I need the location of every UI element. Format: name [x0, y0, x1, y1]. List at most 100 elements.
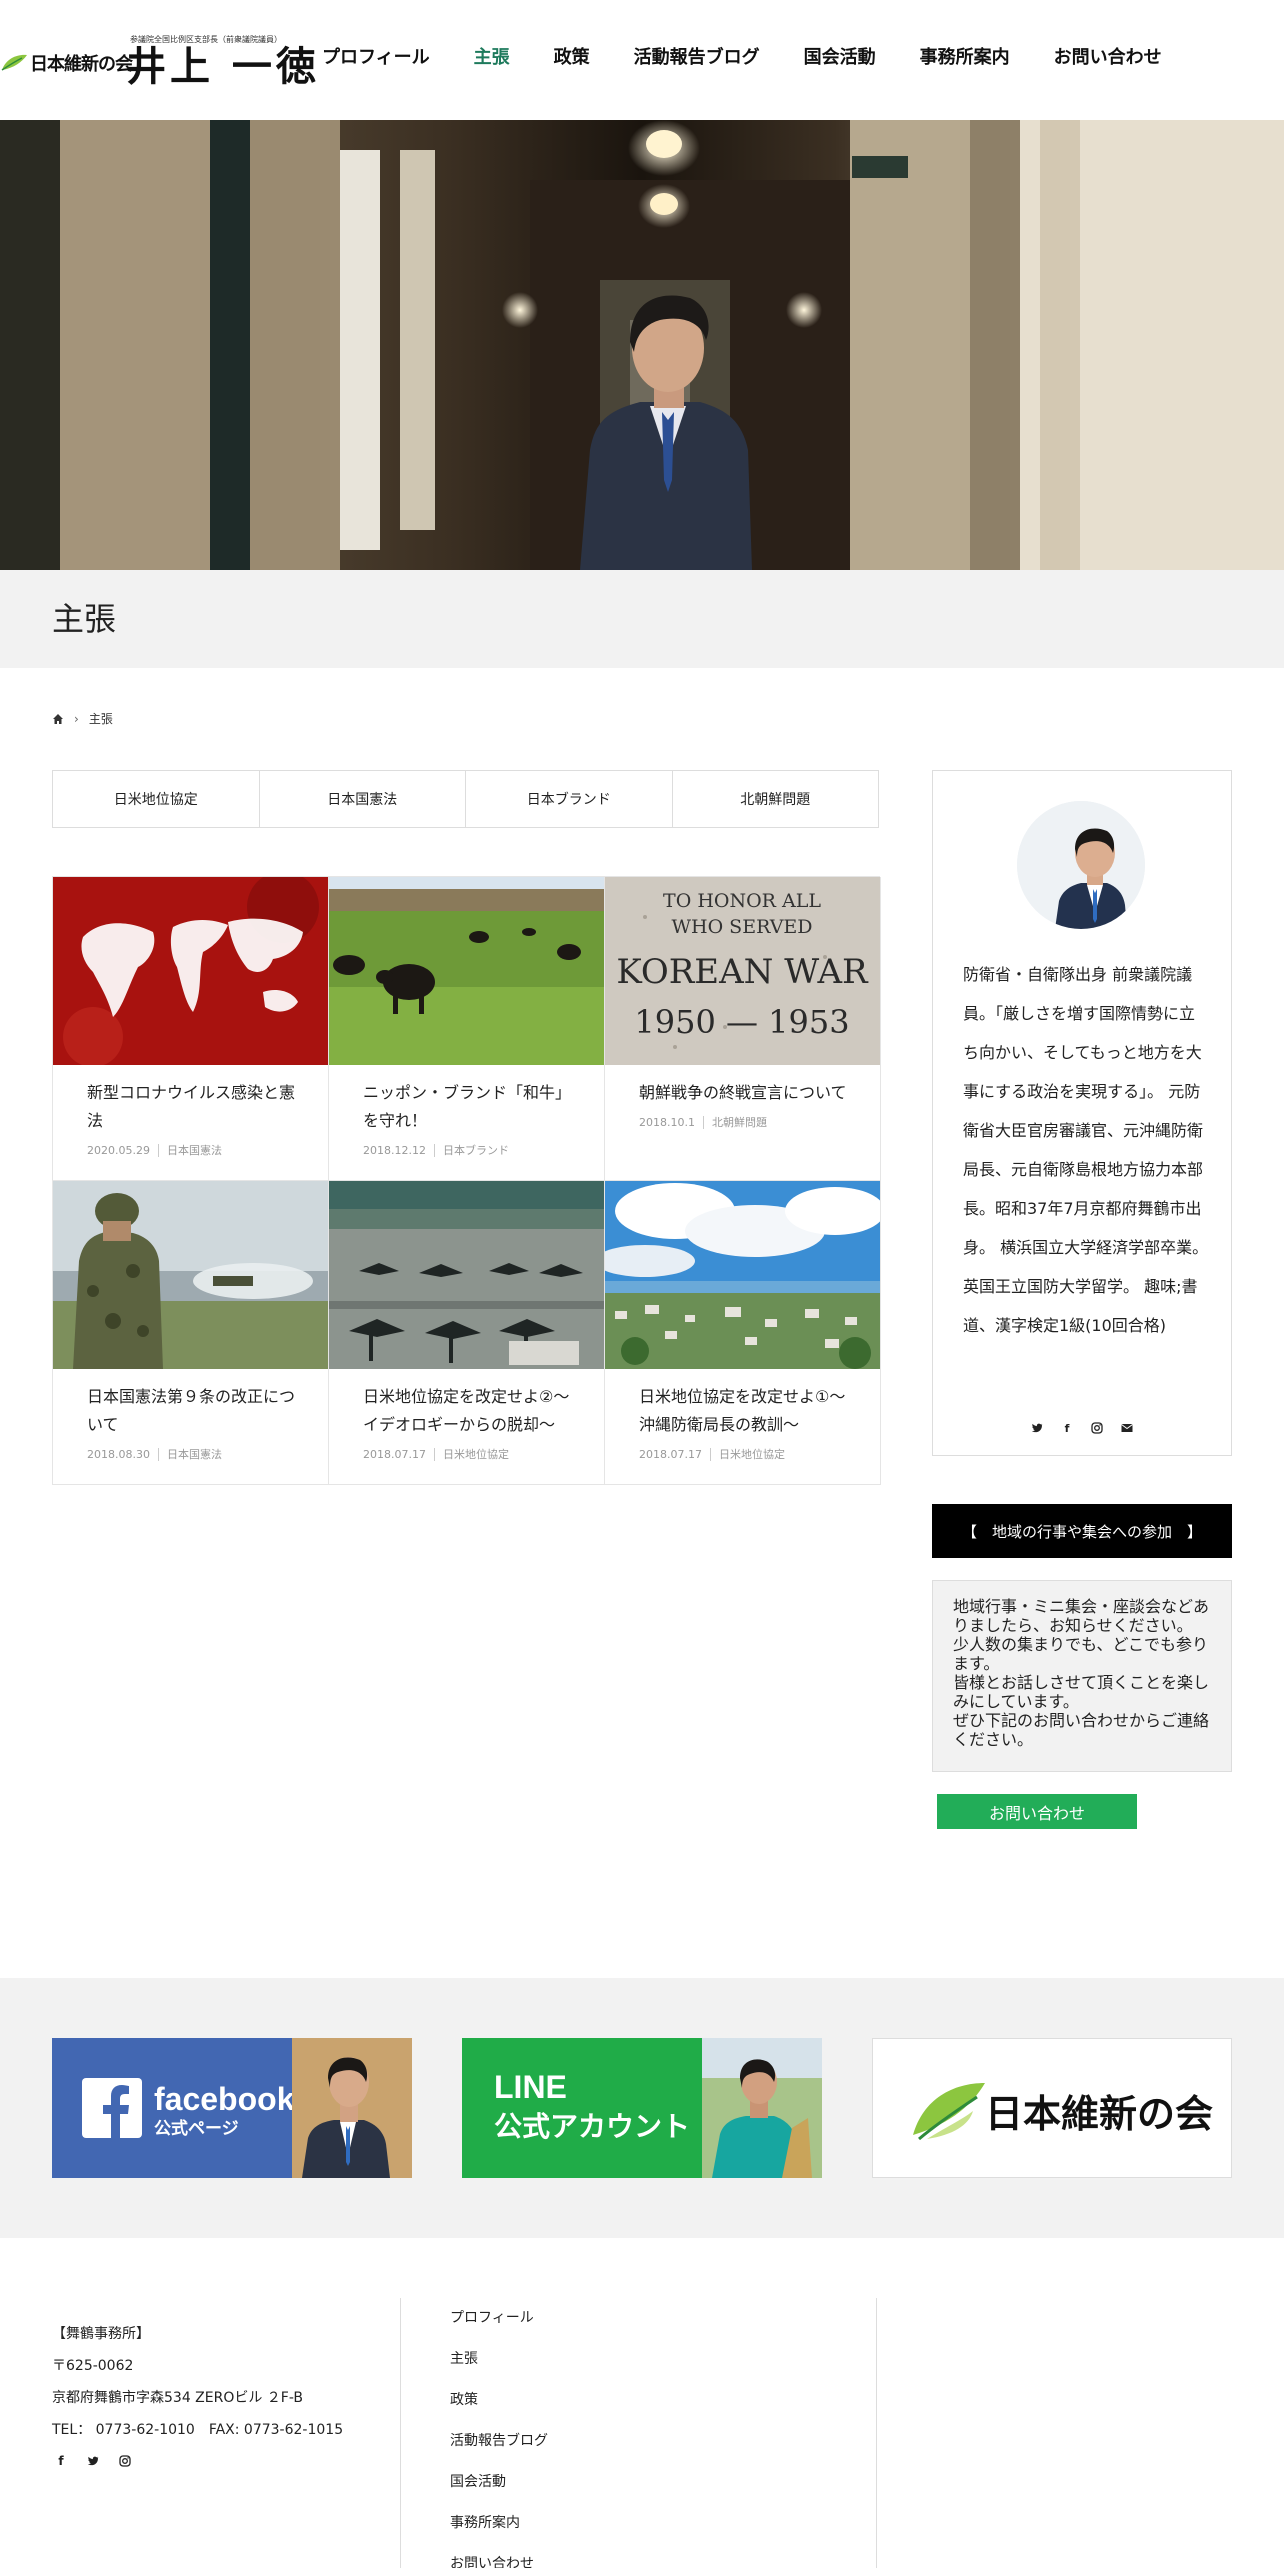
nav-diet-activity[interactable]: 国会活動	[804, 44, 876, 72]
post-title[interactable]: 日米地位協定を改定せよ②～イデオロギーからの脱却～	[363, 1383, 583, 1439]
post-category[interactable]: 北朝鮮問題	[712, 1116, 767, 1129]
post-meta: 2020.05.29 日本国憲法	[87, 1142, 222, 1158]
chevron-right-icon: ›	[74, 711, 79, 726]
footer-nav-office[interactable]: 事務所案内	[450, 2503, 548, 2544]
footer-nav-contact[interactable]: お問い合わせ	[450, 2544, 548, 2568]
category-us-japan-sofa[interactable]: 日米地位協定	[53, 771, 260, 827]
post-category[interactable]: 日本国憲法	[167, 1144, 222, 1157]
footer-nav-profile[interactable]: プロフィール	[450, 2298, 548, 2339]
post-meta: 2018.07.17 日米地位協定	[639, 1446, 785, 1462]
events-text: 皆様とお話しさせて頂くことを楽しみにしています。	[953, 1673, 1210, 1711]
party-logo: 日本維新の会	[0, 48, 133, 78]
post-card[interactable]: TO HONOR ALL WHO SERVED KOREAN WAR 1950 …	[605, 877, 881, 1181]
post-meta: 2018.10.1 北朝鮮問題	[639, 1114, 767, 1130]
post-date: 2018.07.17	[363, 1448, 435, 1461]
footer-nav-opinions[interactable]: 主張	[450, 2339, 548, 2380]
post-card[interactable]: 新型コロナウイルス感染と憲法 2020.05.29 日本国憲法	[53, 877, 329, 1181]
post-card[interactable]: 日米地位協定を改定せよ①～沖縄防衛局長の教訓～ 2018.07.17 日米地位協定	[605, 1181, 881, 1485]
post-thumbnail[interactable]	[605, 1181, 880, 1369]
post-category[interactable]: 日本国憲法	[167, 1448, 222, 1461]
post-title[interactable]: 日本国憲法第９条の改正について	[87, 1383, 307, 1439]
category-japan-brand[interactable]: 日本ブランド	[466, 771, 673, 827]
post-meta: 2018.12.12 日本ブランド	[363, 1142, 509, 1158]
post-date: 2018.12.12	[363, 1144, 435, 1157]
office-address: 【舞鶴事務所】 〒625-0062 京都府舞鶴市字森534 ZEROビル ２F-…	[52, 2318, 343, 2446]
post-card[interactable]: 日本国憲法第９条の改正について 2018.08.30 日本国憲法	[53, 1181, 329, 1485]
category-north-korea[interactable]: 北朝鮮問題	[673, 771, 879, 827]
post-thumbnail[interactable]	[329, 877, 604, 1065]
instagram-icon[interactable]	[118, 2454, 132, 2468]
ishin-banner-text: 日本維新の会	[985, 2091, 1213, 2136]
post-thumbnail[interactable]	[53, 1181, 328, 1369]
contact-button[interactable]: お問い合わせ	[937, 1794, 1137, 1829]
office-label: 【舞鶴事務所】	[52, 2326, 150, 2342]
avatar	[1017, 801, 1145, 929]
post-date: 2018.10.1	[639, 1116, 704, 1129]
memorial-text-line2: WHO SERVED	[671, 916, 812, 938]
profile-bio: 防衛省・自衛隊出身 前衆議院議員。「厳しさを増す国際情勢に立ち向かい、そしてもっ…	[963, 965, 1209, 1335]
post-category[interactable]: 日本ブランド	[443, 1144, 509, 1157]
footer-nav-policy[interactable]: 政策	[450, 2380, 548, 2421]
facebook-banner-title: facebook	[154, 2081, 295, 2117]
mail-icon[interactable]	[1120, 1421, 1134, 1435]
hero-image	[0, 120, 1284, 570]
post-date: 2020.05.29	[87, 1144, 159, 1157]
post-date: 2018.08.30	[87, 1448, 159, 1461]
footer-social-links: f	[54, 2454, 150, 2468]
site-logo[interactable]: 日本維新の会 参議院全国比例区支部長（前衆議院議員） 井上 一徳	[0, 30, 316, 92]
memorial-text-line3: KOREAN WAR	[616, 952, 869, 992]
ishin-banner[interactable]: 日本維新の会	[872, 2038, 1232, 2178]
post-grid: 新型コロナウイルス感染と憲法 2020.05.29 日本国憲法 ニッポン・ブランド…	[52, 876, 881, 1485]
memorial-text-line4: 1950 — 1953	[634, 1003, 849, 1041]
category-tabs: 日米地位協定 日本国憲法 日本ブランド 北朝鮮問題	[52, 770, 879, 828]
page-title: 主張	[52, 600, 117, 638]
nav-profile[interactable]: プロフィール	[322, 44, 430, 72]
post-title[interactable]: ニッポン・ブランド「和牛」を守れ！	[363, 1079, 583, 1135]
nav-office[interactable]: 事務所案内	[920, 44, 1010, 72]
post-card[interactable]: 日米地位協定を改定せよ②～イデオロギーからの脱却～ 2018.07.17 日米地位…	[329, 1181, 605, 1485]
site-header: 日本維新の会 参議院全国比例区支部長（前衆議院議員） 井上 一徳 プロフィール …	[0, 0, 1284, 120]
category-constitution[interactable]: 日本国憲法	[260, 771, 466, 827]
post-category[interactable]: 日米地位協定	[443, 1448, 509, 1461]
main-nav: プロフィール 主張 政策 活動報告ブログ 国会活動 事務所案内 お問い合わせ	[322, 44, 1206, 72]
hero-photo	[0, 120, 1284, 570]
memorial-text-line1: TO HONOR ALL	[663, 890, 821, 912]
events-heading: 【 地域の行事や集会への参加 】	[932, 1504, 1232, 1558]
footer-nav-diet-activity[interactable]: 国会活動	[450, 2462, 548, 2503]
post-title[interactable]: 朝鮮戦争の終戦宣言について	[639, 1079, 859, 1107]
footer-nav: プロフィール 主張 政策 活動報告ブログ 国会活動 事務所案内 お問い合わせ	[450, 2298, 548, 2568]
instagram-icon[interactable]	[1090, 1421, 1104, 1435]
facebook-icon[interactable]: f	[54, 2454, 68, 2468]
line-banner[interactable]: LINE 公式アカウント	[462, 2038, 822, 2178]
office-street: 京都府舞鶴市字森534 ZEROビル ２F-B	[52, 2390, 304, 2406]
post-meta: 2018.08.30 日本国憲法	[87, 1446, 222, 1462]
page-title-band: 主張	[0, 570, 1284, 668]
events-text: 少人数の集まりでも、どこでも参ります。	[953, 1635, 1209, 1673]
home-icon[interactable]	[52, 713, 64, 725]
facebook-banner[interactable]: facebook 公式ページ	[52, 2038, 412, 2178]
post-thumbnail[interactable]	[329, 1181, 604, 1369]
post-category[interactable]: 日米地位協定	[719, 1448, 785, 1461]
nav-blog[interactable]: 活動報告ブログ	[634, 44, 760, 72]
nav-opinions[interactable]: 主張	[474, 44, 510, 72]
post-thumbnail[interactable]: TO HONOR ALL WHO SERVED KOREAN WAR 1950 …	[605, 877, 880, 1065]
post-title[interactable]: 日米地位協定を改定せよ①～沖縄防衛局長の教訓～	[639, 1383, 859, 1439]
post-thumbnail[interactable]	[53, 877, 328, 1065]
breadcrumb-current: 主張	[88, 712, 113, 726]
twitter-icon[interactable]	[1030, 1421, 1044, 1435]
footer-nav-blog[interactable]: 活動報告ブログ	[450, 2421, 548, 2462]
profile-widget: 防衛省・自衛隊出身 前衆議院議員。「厳しさを増す国際情勢に立ち向かい、そしてもっ…	[932, 770, 1232, 1456]
twitter-icon[interactable]	[86, 2454, 100, 2468]
post-card[interactable]: ニッポン・ブランド「和牛」を守れ！ 2018.12.12 日本ブランド	[329, 877, 605, 1181]
line-banner-title: LINE	[494, 2069, 567, 2105]
leaf-icon	[1, 54, 27, 71]
facebook-icon[interactable]: f	[1060, 1421, 1074, 1435]
banner-band: facebook 公式ページ LINE 公式アカウント 日本維新の会	[0, 1978, 1284, 2238]
events-text: 地域行事・ミニ集会・座談会などありましたら、お知らせください。	[953, 1597, 1210, 1635]
post-meta: 2018.07.17 日米地位協定	[363, 1446, 509, 1462]
post-title[interactable]: 新型コロナウイルス感染と憲法	[87, 1079, 307, 1135]
facebook-banner-subtitle: 公式ページ	[154, 2118, 239, 2139]
nav-policy[interactable]: 政策	[554, 44, 590, 72]
footer-divider	[400, 2298, 401, 2568]
nav-contact[interactable]: お問い合わせ	[1054, 44, 1162, 72]
